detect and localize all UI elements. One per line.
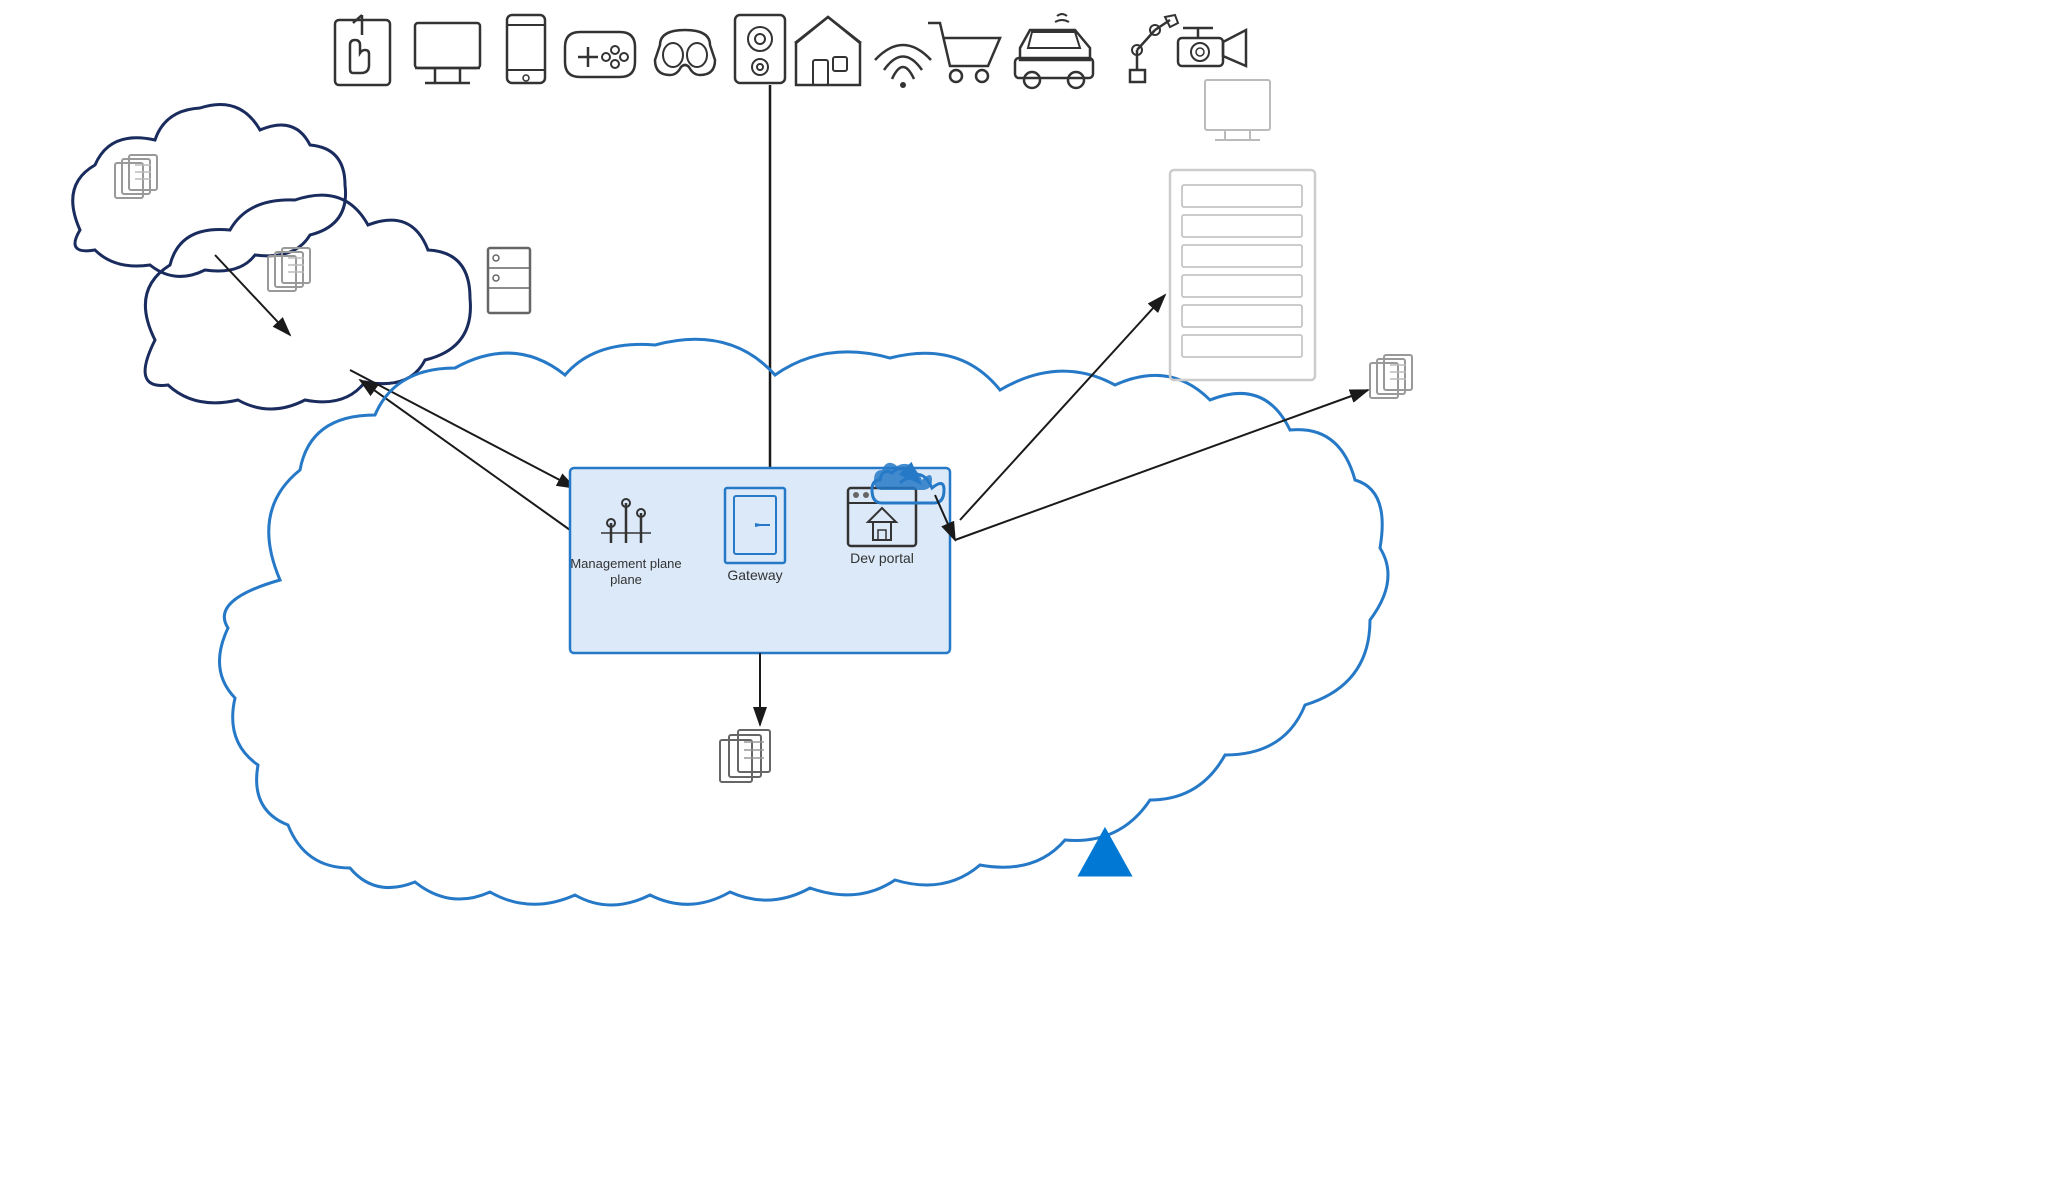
box-to-cloud-arrow — [360, 380, 570, 530]
vr-headset-icon — [655, 30, 715, 75]
azure-logo — [1080, 830, 1130, 875]
management-plane-label: Management plane — [570, 556, 681, 571]
server-rack — [1170, 80, 1315, 380]
dev-portal-label: Dev portal — [850, 550, 914, 566]
management-plane-label2: plane — [610, 572, 642, 587]
gateway-label: Gateway — [727, 567, 782, 583]
box-to-server-arrow — [960, 295, 1165, 520]
touch-screen-icon — [335, 15, 390, 85]
gamepad-icon — [565, 32, 635, 77]
backend-docs — [720, 730, 770, 782]
cart-icon — [928, 23, 1000, 82]
router-icon — [875, 45, 931, 88]
box-to-docs-arrow — [955, 390, 1368, 540]
camera-icon — [1178, 28, 1246, 66]
robot-arm-icon — [1130, 15, 1178, 82]
cloud2-to-box-arrow — [350, 370, 575, 488]
right-docs — [1370, 355, 1412, 398]
apim-box: Management plane plane Gateway Dev porta… — [570, 468, 950, 653]
upper-left-cloud — [73, 104, 346, 276]
speaker-icon — [735, 15, 785, 83]
car-icon — [1015, 14, 1093, 88]
mobile-icon — [507, 15, 545, 83]
middle-left-cloud — [145, 195, 530, 409]
smart-home-icon — [795, 17, 861, 85]
cloud1-to-cloud2-arrow — [215, 255, 290, 335]
monitor-icon — [415, 23, 480, 83]
